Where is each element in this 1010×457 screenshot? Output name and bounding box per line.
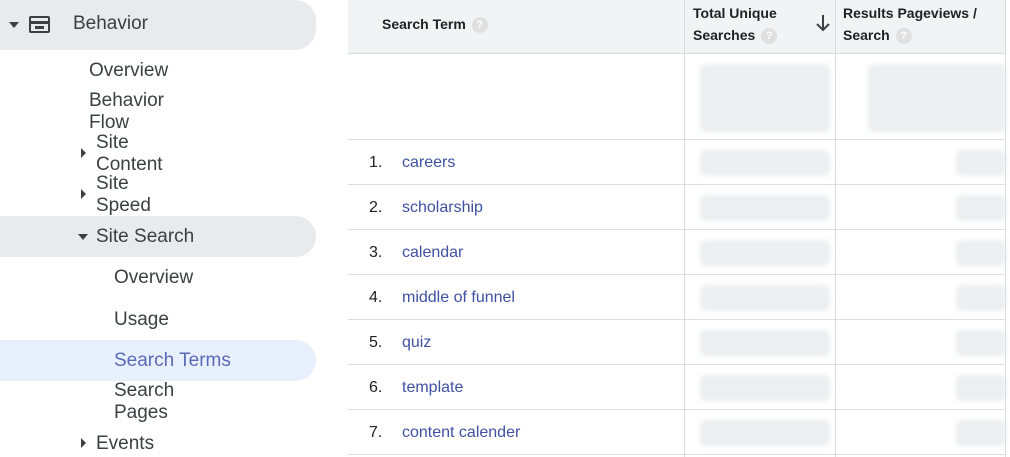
sidebar-section-label: Behavior — [73, 13, 148, 34]
row-index: 5. — [369, 334, 383, 351]
redacted-value — [700, 195, 830, 221]
redacted-value — [700, 330, 830, 356]
redacted-value — [700, 420, 830, 446]
search-term-link[interactable]: scholarship — [402, 185, 483, 230]
redacted-value — [956, 330, 1006, 356]
row-index: 3. — [369, 244, 383, 261]
sidebar-nav: Behavior Overview Behavior Flow Site Con… — [0, 0, 348, 457]
redacted-value — [700, 240, 830, 266]
column-header-label-line2: Search — [843, 27, 890, 43]
search-term-link[interactable]: content calender — [402, 410, 520, 455]
caret-right-icon — [81, 438, 86, 448]
redacted-value — [700, 375, 830, 401]
row-index: 4. — [369, 289, 383, 306]
redacted-value — [956, 240, 1006, 266]
sidebar-item-label: Usage — [114, 308, 169, 330]
search-term-link[interactable]: calendar — [402, 230, 463, 275]
redacted-value — [956, 375, 1006, 401]
help-icon[interactable]: ? — [471, 17, 488, 34]
sidebar-item-label: Overview — [114, 266, 194, 288]
table-row: 1. careers — [348, 140, 1006, 185]
sort-descending-icon[interactable] — [816, 14, 830, 32]
caret-right-icon — [81, 148, 86, 158]
column-divider — [1005, 0, 1006, 457]
search-term-link[interactable]: quiz — [402, 320, 431, 365]
caret-down-icon — [9, 22, 19, 28]
redacted-value — [956, 195, 1006, 221]
column-header-search-term[interactable]: Search Term? — [382, 13, 488, 35]
row-index: 7. — [369, 424, 383, 441]
column-header-label-line1: Total Unique — [693, 5, 777, 21]
redacted-value — [956, 420, 1006, 446]
caret-right-icon — [81, 189, 86, 199]
help-icon[interactable]: ? — [761, 28, 778, 45]
sidebar-item-label: Search Terms — [114, 349, 231, 371]
table-row: 7. content calender — [348, 410, 1006, 455]
table-header: Search Term? Total Unique Searches? Resu… — [348, 0, 1006, 54]
column-divider — [835, 0, 836, 457]
column-header-label-line2: Searches — [693, 27, 756, 43]
redacted-value — [956, 285, 1006, 311]
caret-down-icon — [78, 234, 88, 240]
sidebar-item-label: Search Pages — [114, 379, 175, 423]
redacted-total — [700, 64, 830, 132]
table-row: 4. middle of funnel — [348, 275, 1006, 320]
sidebar-subitem-search-terms[interactable]: Search Terms — [0, 340, 316, 381]
redacted-value — [956, 150, 1006, 176]
sidebar-item-label: Events — [96, 432, 155, 454]
table-row: 5. quiz — [348, 320, 1006, 365]
column-header-total-unique-searches[interactable]: Total Unique Searches? — [693, 2, 778, 46]
column-header-label-line1: Results Pageviews / — [843, 5, 977, 21]
search-term-link[interactable]: careers — [402, 140, 455, 185]
row-index: 2. — [369, 199, 383, 216]
sidebar-item-label: Site Content — [96, 131, 163, 175]
redacted-value — [700, 150, 830, 176]
help-icon[interactable]: ? — [895, 28, 912, 45]
search-term-link[interactable]: middle of funnel — [402, 275, 515, 320]
search-term-link[interactable]: template — [402, 365, 463, 410]
sidebar-section-behavior[interactable]: Behavior — [0, 0, 316, 50]
sidebar-item-label: Site Search — [96, 225, 195, 247]
row-index: 6. — [369, 379, 383, 396]
table-row: 3. calendar — [348, 230, 1006, 275]
redacted-total — [868, 64, 1006, 132]
sidebar-item-label: Overview — [89, 59, 169, 81]
column-header-results-pageviews-per-search[interactable]: Results Pageviews / Search? — [843, 2, 977, 46]
column-divider — [684, 0, 685, 457]
sidebar-item-site-search[interactable]: Site Search — [0, 216, 316, 257]
table-row: 6. template — [348, 365, 1006, 410]
table-totals-row — [348, 54, 1006, 140]
row-index: 1. — [369, 154, 383, 171]
search-terms-table: Search Term? Total Unique Searches? Resu… — [348, 0, 1010, 457]
behavior-icon — [29, 16, 50, 33]
redacted-value — [700, 285, 830, 311]
sidebar-item-label: Site Speed — [96, 172, 151, 216]
sidebar-item-label: Behavior Flow — [89, 89, 164, 133]
column-header-label: Search Term — [382, 16, 466, 32]
table-row: 2. scholarship — [348, 185, 1006, 230]
